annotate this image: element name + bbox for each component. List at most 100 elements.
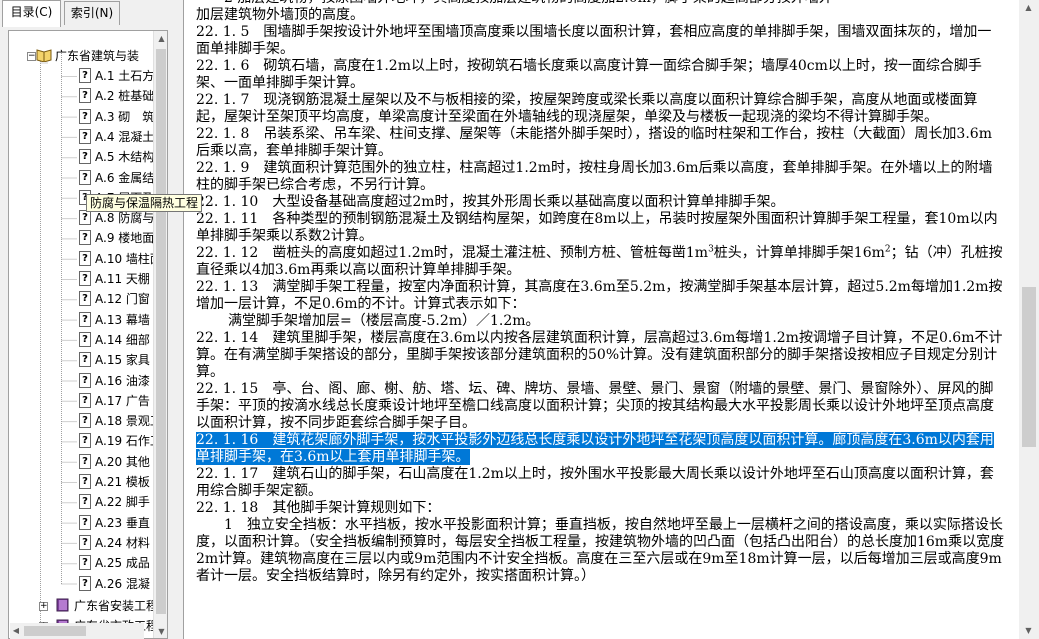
tree-item-code: A.5 (95, 150, 115, 165)
tree-item-a-16[interactable]: ? A.16 油漆 (79, 371, 150, 391)
doc-paragraph: 22. 1. 17 建筑石山的脚手架，石山高度在1.2m以上时，按外围水平投影最… (196, 466, 1005, 500)
pane-splitter[interactable] (176, 0, 184, 639)
paragraph-text: 22. 1. 16 建筑花架廊外脚手架，按水平投影外边线总长度乘以设计外地坪至花… (196, 432, 994, 465)
content-scroll-thumb[interactable] (1022, 287, 1036, 447)
paragraph-text: 22. 1. 8 吊装系梁、吊车梁、柱间支撑、屋架等（未能搭外脚手架时），搭设的… (196, 126, 992, 159)
doc-paragraph: 22. 1. 15 亭、台、阁、廊、榭、舫、塔、坛、碑、牌坊、景墙、景壁、景门、… (196, 381, 1005, 432)
tree-item-a-1[interactable]: ? A.1 土石方 (79, 66, 153, 86)
content-scroll-down-arrow-icon[interactable]: ▼ (1021, 623, 1036, 639)
tab-index[interactable]: 索引(N) (64, 1, 120, 25)
tree-item-label: 砌 筑 (118, 109, 153, 124)
paragraph-text: 22. 1. 12 凿桩头的高度如超过1.2m时，混凝土灌注桩、预制方桩、管桩每… (196, 245, 709, 261)
tree-item-a-18[interactable]: ? A.18 景观工 (79, 411, 153, 431)
paragraph-text: 22. 1. 9 建筑面积计算范围外的独立柱，柱高超过1.2m时，按柱身周长加3… (196, 160, 993, 193)
tree-item-code: A.22 (95, 495, 123, 510)
tree-item-label: 墙柱面 (125, 251, 153, 266)
tree-item-a-2[interactable]: ? A.2 桩基础 (79, 86, 153, 106)
tree-item-code: A.18 (95, 414, 123, 429)
tree-item-label: 土石方 (118, 69, 153, 83)
tree-item-label: 天棚 (125, 272, 150, 286)
doc-paragraph: 2 加层建筑物，按原围墙外地坪，其高度按加层建筑物的高度加2.0m，脚手架的超高… (196, 0, 1005, 7)
tree-node-sibling[interactable]: 广东省安装工程 (55, 596, 153, 616)
tree-item-a-3[interactable]: ? A.3 砌 筑 (79, 107, 153, 127)
tree-item-label: 广告 (125, 393, 150, 408)
tree-item-a-15[interactable]: ? A.15 家具 (79, 350, 150, 370)
tree-item-a-5[interactable]: ? A.5 木结构 (79, 147, 153, 167)
tree-item-a-22[interactable]: ? A.22 脚手 (79, 492, 150, 512)
tree-item-a-9[interactable]: ? A.9 楼地面 (79, 228, 153, 248)
doc-paragraph: 满堂脚手架增加层=（楼层高度-5.2m）／1.2m。 (196, 313, 1005, 330)
doc-paragraph: 22. 1. 8 吊装系梁、吊车梁、柱间支撑、屋架等（未能搭外脚手架时），搭设的… (196, 126, 1005, 160)
tree-item-a-17[interactable]: ? A.17 广告 (79, 391, 150, 411)
doc-paragraph: 22. 1. 10 大型设备基础高度超过2m时，按其外形周长乘以基础高度以面积计… (196, 194, 1005, 211)
contents-tree-frame: 广东省建筑与装 −? A.1 土石方? A.2 桩基础? A.3 砌 筑? A.4 混凝土… (8, 30, 168, 639)
scroll-left-arrow-icon[interactable]: ◀ (10, 623, 22, 639)
tree-node-root[interactable]: 广东省建筑与装 (36, 46, 139, 66)
paragraph-text: 桩头，计算单排脚手架16m (713, 245, 885, 261)
tree-item-label: 楼地面 (118, 231, 153, 246)
tree-item-label: 金属结 (118, 170, 153, 185)
tree-node-label: 广东省安装工程 (74, 598, 153, 613)
tree-item-code: A.20 (95, 454, 123, 469)
paragraph-text: 22. 1. 14 建筑里脚手架，楼层高度在3.6m以内按各层建筑面积计算，层高… (196, 330, 1003, 380)
tree-item-label: 成品 (125, 556, 150, 571)
tree-hscroll-thumb[interactable] (24, 626, 86, 636)
tree-vertical-scrollbar[interactable]: ▲ ▼ (153, 31, 167, 638)
tree-item-code: A.14 (95, 332, 123, 347)
tree-item-code: A.15 (95, 353, 123, 368)
help-page-icon: ? (79, 392, 91, 408)
collapse-icon[interactable]: − (27, 51, 36, 61)
doc-paragraph: 22. 1. 13 满堂脚手架工程量，按室内净面积计算，其高度在3.6m至5.2… (196, 279, 1005, 313)
content-vertical-scrollbar[interactable]: ▲ ▼ (1019, 0, 1039, 639)
help-page-icon: ? (79, 534, 91, 550)
paragraph-text: 22. 1. 5 围墙脚手架按设计外地坪至围墙顶高度乘以围墙长度以面积计算，套相… (196, 24, 992, 57)
tree-item-a-6[interactable]: ? A.6 金属结 (79, 168, 153, 188)
tree-item-label: 垂直 (125, 515, 150, 530)
tree-item-label: 木结构 (118, 150, 153, 165)
help-page-icon: ? (79, 169, 91, 185)
paragraph-text: 22. 1. 17 建筑石山的脚手架，石山高度在1.2m以上时，按外围水平投影最… (196, 466, 994, 499)
tree-item-a-24[interactable]: ? A.24 材料 (79, 533, 150, 553)
tree-item-a-14[interactable]: ? A.14 细部 (79, 330, 150, 350)
tree-item-a-12[interactable]: ? A.12 门窗 (79, 289, 150, 309)
tree-item-a-26[interactable]: ? A.26 混凝 (79, 574, 150, 594)
tab-contents[interactable]: 目录(C) (2, 0, 61, 27)
expand-icon[interactable]: + (39, 601, 48, 611)
tree-item-label: 门窗 (125, 292, 150, 307)
paragraph-text: 1 独立安全挡板：水平挡板，按水平投影面积计算；垂直挡板，按自然地坪至最上一层横… (196, 517, 1005, 584)
navigation-pane: 目录(C) 索引(N) 广东省建筑与装 −? A.1 土石方? A.2 桩基础? A.3… (0, 0, 203, 639)
doc-paragraph: 22. 1. 12 凿桩头的高度如超过1.2m时，混凝土灌注桩、预制方桩、管桩每… (196, 245, 1005, 279)
content-scroll-up-arrow-icon[interactable]: ▲ (1021, 0, 1036, 16)
tree-item-a-11[interactable]: ? A.11 天棚 (79, 269, 150, 289)
tree-item-code: A.10 (95, 251, 123, 266)
nav-tabs: 目录(C) 索引(N) (2, 0, 174, 27)
tree-item-a-25[interactable]: ? A.25 成品 (79, 553, 150, 573)
tree-item-a-4[interactable]: ? A.4 混凝土 (79, 127, 153, 147)
help-page-icon: ? (79, 514, 91, 530)
tree-item-label: 防腐与 (118, 211, 153, 226)
tree-item-a-23[interactable]: ? A.23 垂直 (79, 513, 150, 533)
help-page-icon: ? (79, 108, 91, 124)
tree-horizontal-scrollbar[interactable]: ◀ (10, 623, 144, 639)
help-page-icon: ? (79, 88, 91, 104)
doc-paragraph: 22. 1. 6 砌筑石墙，高度在1.2m以上时，按砌筑石墙长度乘以高度计算一面… (196, 58, 1005, 92)
scroll-down-arrow-icon[interactable]: ▼ (154, 624, 167, 638)
tree-item-code: A.3 (95, 109, 115, 124)
help-page-icon: ? (79, 250, 91, 266)
doc-paragraph: 22. 1. 14 建筑里脚手架，楼层高度在3.6m以内按各层建筑面积计算，层高… (196, 330, 1005, 381)
content-pane: 2 加层建筑物，按原围墙外地坪，其高度按加层建筑物的高度加2.0m，脚手架的超高… (184, 0, 1039, 639)
tree-item-label: 石作工 (125, 434, 153, 449)
tree-item-code: A.2 (95, 89, 115, 104)
tree-scroll-thumb[interactable] (156, 49, 166, 614)
paragraph-text: 22. 1. 18 其他脚手架计算规则如下： (196, 500, 441, 516)
help-page-icon: ? (79, 555, 91, 571)
tree-item-a-21[interactable]: ? A.21 模板 (79, 472, 150, 492)
tree-item-a-20[interactable]: ? A.20 其他 (79, 452, 150, 472)
tree-item-a-19[interactable]: ? A.19 石作工 (79, 431, 153, 451)
scroll-up-arrow-icon[interactable]: ▲ (154, 31, 167, 47)
doc-paragraph: 22. 1. 11 各种类型的预制钢筋混凝土及钢结构屋架，如跨度在8m以上，吊装… (196, 211, 1005, 245)
tree-item-a-13[interactable]: ? A.13 幕墙 (79, 310, 150, 330)
help-page-icon: ? (79, 474, 91, 489)
help-page-icon: ? (79, 149, 91, 165)
tree-item-a-10[interactable]: ? A.10 墙柱面 (79, 249, 153, 269)
